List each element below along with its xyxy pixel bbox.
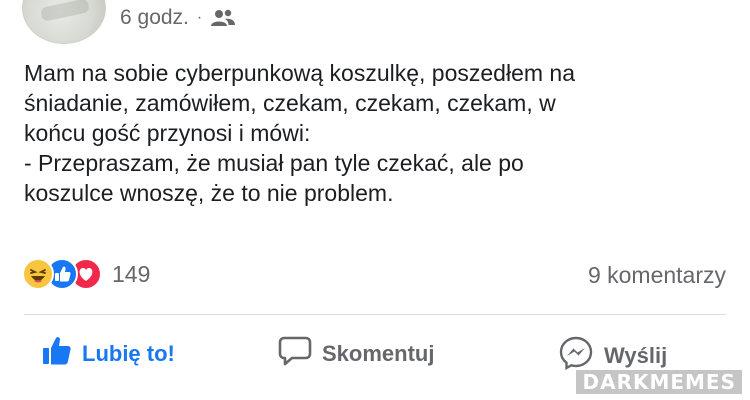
friends-icon[interactable] bbox=[210, 8, 236, 28]
reactions-summary[interactable]: 149 bbox=[22, 258, 150, 290]
haha-reaction-icon bbox=[22, 258, 54, 290]
post-timestamp[interactable]: 6 godz. bbox=[120, 6, 189, 30]
post-text-line: koszulce wnoszę, że to nie problem. bbox=[24, 180, 394, 206]
avatar[interactable] bbox=[22, 0, 106, 44]
post-text: Mam na sobie cyberpunkową koszulkę, posz… bbox=[24, 58, 739, 208]
watermark: DARKMEMES bbox=[576, 370, 742, 394]
reaction-count: 149 bbox=[112, 260, 151, 287]
post-text-line: Mam na sobie cyberpunkową koszulkę, posz… bbox=[24, 60, 576, 86]
post-meta: 6 godz. · bbox=[120, 6, 236, 30]
thumbs-up-icon bbox=[42, 335, 72, 373]
comment-button[interactable]: Skomentuj bbox=[278, 335, 434, 373]
comment-count-link[interactable]: 9 komentarzy bbox=[588, 262, 726, 289]
speech-bubble-icon bbox=[278, 335, 312, 373]
post-text-line: końcu gość przynosi i mówi: bbox=[24, 120, 311, 146]
meta-separator: · bbox=[196, 9, 203, 26]
post-text-line: - Przepraszam, że musiał pan tyle czekać… bbox=[24, 150, 524, 176]
comment-button-label: Skomentuj bbox=[322, 341, 435, 366]
like-button-label: Lubię to! bbox=[82, 341, 175, 366]
like-button[interactable]: Lubię to! bbox=[42, 335, 175, 373]
send-button-label: Wyślij bbox=[604, 343, 668, 368]
post-text-line: śniadanie, zamówiłem, czekam, czekam, cz… bbox=[24, 90, 556, 116]
divider bbox=[24, 314, 726, 315]
